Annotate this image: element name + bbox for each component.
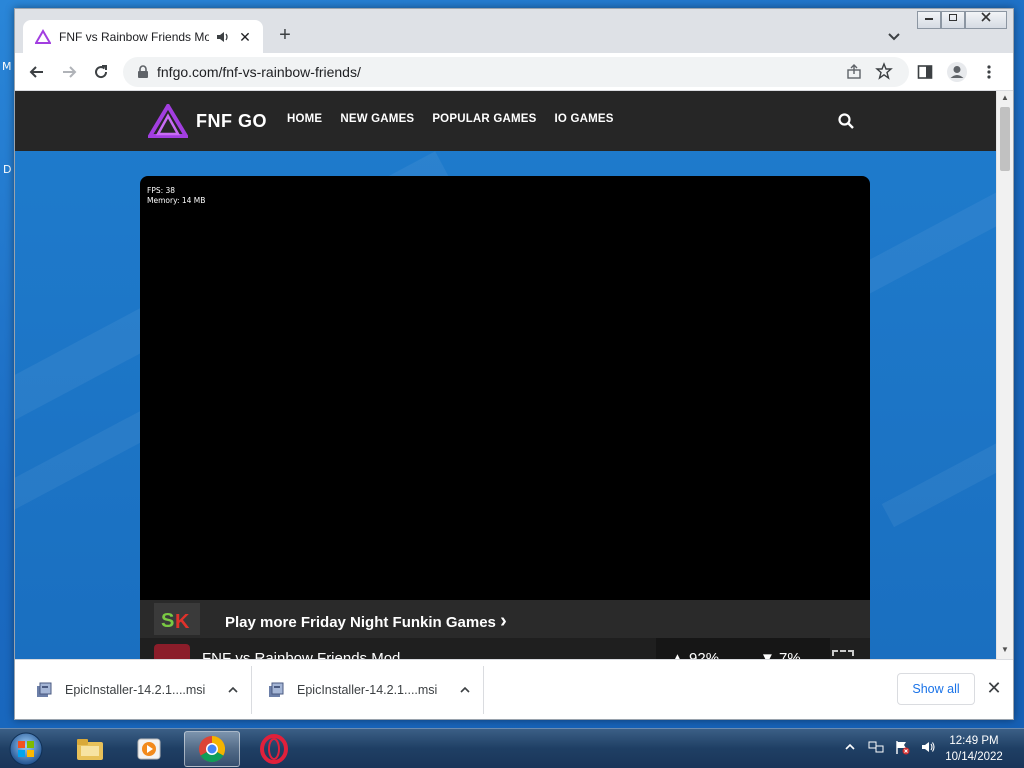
download-filename: EpicInstaller-14.2.1....msi (297, 683, 438, 697)
show-all-button[interactable]: Show all (897, 673, 975, 705)
opera-icon (260, 734, 288, 764)
close-shelf-icon[interactable]: ✕ (983, 677, 1005, 699)
download-item-2[interactable]: EpicInstaller-14.2.1....msi (267, 670, 471, 710)
chevron-up-icon[interactable] (459, 684, 471, 696)
reload-button[interactable] (89, 60, 113, 84)
taskbar-chrome[interactable] (184, 731, 240, 767)
nav-popular-games[interactable]: POPULAR GAMES (432, 113, 536, 125)
taskbar-clock[interactable]: 12:49 PM 10/14/2022 (934, 733, 1014, 765)
page-viewport: FNF GO HOME NEW GAMES POPULAR GAMES IO G… (15, 91, 1013, 659)
tab-title: FNF vs Rainbow Friends Mod (59, 29, 209, 44)
minimize-button[interactable] (917, 11, 941, 29)
search-icon[interactable] (837, 112, 855, 130)
chevron-right-icon: › (500, 610, 507, 632)
chevron-up-icon[interactable] (227, 684, 239, 696)
window-close-button[interactable] (965, 11, 1007, 29)
scroll-up-icon[interactable]: ▲ (997, 93, 1013, 105)
game-thumbnail (154, 644, 190, 659)
action-center-flag-icon[interactable] (894, 739, 910, 755)
system-tray (842, 739, 946, 755)
msi-file-icon (37, 682, 52, 697)
svg-text:S: S (161, 610, 174, 631)
desktop-fragment-mid: D (3, 163, 12, 176)
page-scrollbar[interactable]: ▲ ▼ (996, 91, 1013, 659)
chrome-icon (199, 735, 226, 763)
back-button[interactable] (25, 60, 49, 84)
share-icon[interactable] (845, 63, 863, 81)
side-panel-icon (917, 65, 933, 79)
reload-icon (95, 65, 108, 79)
window-close-icon (981, 12, 991, 22)
game-frame[interactable]: FPS: 38 Memory: 14 MB S K Play more Frid… (140, 176, 870, 659)
more-games-bar[interactable]: S K Play more Friday Night Funkin Games … (140, 600, 870, 638)
site-logo[interactable]: FNF GO (148, 104, 267, 138)
chevron-down-icon[interactable] (885, 27, 903, 45)
fullscreen-icon[interactable] (832, 650, 854, 659)
audio-playing-icon[interactable] (215, 29, 231, 45)
taskbar-media-player[interactable] (122, 731, 178, 767)
profile-button[interactable] (945, 60, 969, 84)
fnfgo-favicon-icon (35, 28, 51, 44)
sk-logo-icon: S K (154, 603, 200, 635)
window-controls (917, 11, 1007, 29)
network-icon[interactable] (868, 739, 884, 755)
taskbar-explorer[interactable] (62, 731, 118, 767)
download-item-1[interactable]: EpicInstaller-14.2.1....msi (35, 670, 239, 710)
browser-toolbar: fnfgo.com/fnf-vs-rainbow-friends/ (15, 53, 1013, 91)
game-title: FNF vs Rainbow Friends Mod (202, 650, 401, 659)
site-header: FNF GO HOME NEW GAMES POPULAR GAMES IO G… (15, 91, 996, 151)
restore-icon (949, 14, 957, 21)
fps-counter: FPS: 38 (147, 186, 176, 195)
scrollbar-thumb[interactable] (1000, 107, 1010, 171)
taskbar: 12:49 PM 10/14/2022 (0, 728, 1024, 768)
like-button[interactable]: ▲ 92% (670, 650, 719, 659)
tab-strip: FNF vs Rainbow Friends Mod ✕ + (15, 9, 1013, 53)
dislike-button[interactable]: ▼ 7% (760, 650, 801, 659)
browser-window: FNF vs Rainbow Friends Mod ✕ + fnfgo.com… (14, 8, 1014, 720)
nav-io-games[interactable]: IO GAMES (555, 113, 614, 125)
game-stats: FPS: 38 Memory: 14 MB (147, 186, 205, 206)
msi-file-icon (269, 682, 284, 697)
lock-icon[interactable] (135, 64, 151, 80)
media-player-icon (137, 738, 161, 760)
background-streak (881, 400, 1013, 528)
clock-date: 10/14/2022 (945, 751, 1003, 763)
site-nav: HOME NEW GAMES POPULAR GAMES IO GAMES (287, 113, 632, 125)
more-games-label: Play more Friday Night Funkin Games › (225, 610, 507, 632)
nav-new-games[interactable]: NEW GAMES (340, 113, 414, 125)
game-info-bar: FNF vs Rainbow Friends Mod ▲ 92% ▼ 7% (140, 638, 870, 659)
scroll-down-icon[interactable]: ▼ (997, 645, 1013, 657)
fnfgo-logo-icon (148, 104, 188, 138)
address-bar[interactable]: fnfgo.com/fnf-vs-rainbow-friends/ (123, 57, 909, 87)
tray-expand-icon[interactable] (842, 739, 858, 755)
memory-counter: Memory: 14 MB (147, 196, 206, 205)
tab-fnf-rainbow-friends[interactable]: FNF vs Rainbow Friends Mod ✕ (23, 20, 263, 53)
sk-badge-icon: S K (161, 610, 190, 631)
url-text[interactable]: fnfgo.com/fnf-vs-rainbow-friends/ (157, 64, 361, 80)
browser-menu-button[interactable] (977, 60, 1001, 84)
tab-close-icon[interactable]: ✕ (237, 29, 253, 45)
new-tab-button[interactable]: + (273, 24, 297, 48)
arrow-right-icon (63, 66, 77, 78)
download-shelf: EpicInstaller-14.2.1....msi EpicInstalle… (15, 659, 1013, 719)
desktop-fragment-top: M (2, 60, 12, 73)
arrow-left-icon (29, 66, 43, 78)
restore-button[interactable] (941, 11, 965, 29)
svg-text:K: K (175, 611, 190, 631)
download-separator (483, 666, 484, 714)
nav-home[interactable]: HOME (287, 113, 322, 125)
minimize-icon (925, 18, 933, 20)
profile-avatar-icon (947, 62, 967, 82)
side-panel-button[interactable] (913, 60, 937, 84)
clock-time: 12:49 PM (949, 735, 999, 747)
forward-button[interactable] (57, 60, 81, 84)
download-separator (251, 666, 252, 714)
start-button[interactable] (4, 731, 48, 767)
bookmark-star-icon[interactable] (875, 62, 893, 80)
taskbar-opera[interactable] (246, 731, 302, 767)
download-filename: EpicInstaller-14.2.1....msi (65, 683, 206, 697)
folder-icon (77, 739, 103, 760)
logo-text: FNF GO (196, 110, 267, 131)
more-vertical-icon (987, 65, 991, 79)
